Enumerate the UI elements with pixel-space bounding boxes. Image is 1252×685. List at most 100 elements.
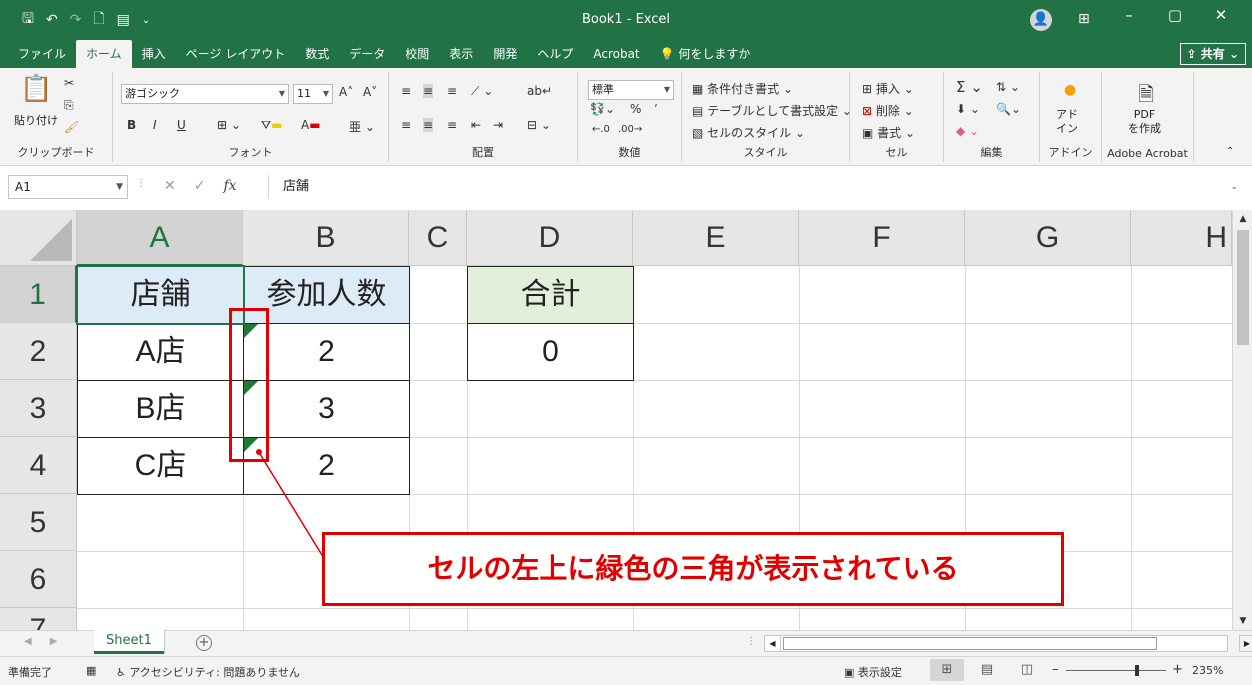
normal-view-icon[interactable]: ⊞ (930, 659, 964, 681)
column-header-c[interactable]: C (409, 210, 467, 266)
italic-button[interactable]: I (153, 118, 157, 132)
increase-font-icon[interactable]: A˄ (339, 85, 353, 99)
zoom-slider[interactable] (1066, 665, 1166, 676)
phonetic-icon[interactable]: 亜 ⌄ (349, 118, 375, 135)
column-header-f[interactable]: F (799, 210, 965, 266)
tab-formulas[interactable]: 数式 (295, 40, 339, 68)
tell-me-search[interactable]: 💡 何をしますか (650, 40, 761, 68)
column-header-b[interactable]: B (243, 210, 409, 266)
create-pdf-button[interactable]: PDF を作成 (1128, 108, 1161, 136)
scroll-right-icon[interactable]: ▶ (1239, 635, 1252, 652)
select-all-corner[interactable] (0, 210, 77, 266)
tab-file[interactable]: ファイル (8, 40, 76, 68)
maximize-button[interactable]: ▢ (1152, 6, 1198, 24)
minimize-button[interactable]: – (1106, 6, 1152, 24)
addins-button[interactable]: アド イン (1056, 108, 1078, 136)
row-header-4[interactable]: 4 (0, 437, 77, 494)
cancel-icon[interactable]: ✕ (164, 178, 176, 194)
autosum-icon[interactable]: Σ ⌄ (956, 78, 983, 96)
page-break-view-icon[interactable]: ◫ (1010, 659, 1044, 681)
horizontal-scroll-thumb[interactable] (783, 637, 1157, 650)
share-button[interactable]: ⇪ 共有 ⌄ (1179, 43, 1246, 65)
tab-developer[interactable]: 開発 (483, 40, 527, 68)
format-painter-icon[interactable]: 🖌 (64, 120, 79, 134)
paste-button[interactable]: 貼り付け (14, 112, 58, 128)
vertical-scrollbar[interactable]: ▲ ▼ (1232, 210, 1252, 630)
prev-sheet-icon[interactable]: ◀ (24, 636, 32, 647)
tab-home[interactable]: ホーム (76, 40, 132, 68)
tab-page-layout[interactable]: ページ レイアウト (176, 40, 296, 68)
row-header-7[interactable]: 7 (0, 608, 77, 630)
cell-a3[interactable]: B店 (77, 380, 244, 438)
bold-button[interactable]: B (127, 118, 136, 132)
enter-icon[interactable]: ✓ (194, 178, 206, 194)
addins-icon[interactable]: ● (1064, 82, 1076, 98)
column-header-g[interactable]: G (965, 210, 1131, 266)
font-size-select[interactable]: 11 ▼ (293, 84, 333, 104)
column-header-d[interactable]: D (467, 210, 633, 266)
column-header-e[interactable]: E (633, 210, 799, 266)
column-header-a[interactable]: A (77, 210, 243, 266)
underline-button[interactable]: U (177, 118, 186, 132)
conditional-formatting-button[interactable]: ▦ 条件付き書式 ⌄ (692, 80, 793, 97)
close-button[interactable]: ✕ (1198, 6, 1244, 24)
scroll-up-icon[interactable]: ▲ (1233, 210, 1252, 228)
sheet-tab-sheet1[interactable]: Sheet1 (94, 630, 164, 654)
cell-styles-button[interactable]: ▧ セルのスタイル ⌄ (692, 124, 805, 141)
scroll-left-icon[interactable]: ◀ (765, 636, 781, 651)
align-bottom-icon[interactable]: ≡ (447, 84, 457, 98)
find-select-icon[interactable]: 🔍⌄ (996, 102, 1021, 116)
cell-a4[interactable]: C店 (77, 437, 244, 495)
align-left-icon[interactable]: ≡ (401, 118, 411, 132)
font-color-icon[interactable]: A▬ (301, 118, 321, 132)
currency-icon[interactable]: 💱⌄ (590, 102, 615, 116)
comma-button[interactable]: ٬ (654, 102, 658, 116)
cell-d2[interactable]: 0 (467, 323, 634, 381)
sort-filter-icon[interactable]: ⇅ ⌄ (996, 80, 1020, 94)
insert-cells-button[interactable]: ⊞ 挿入 ⌄ (862, 80, 914, 97)
next-sheet-icon[interactable]: ▶ (50, 636, 58, 647)
decrease-font-icon[interactable]: A˅ (363, 85, 377, 99)
font-name-select[interactable]: 游ゴシック ▼ (121, 84, 289, 104)
display-settings-button[interactable]: ▣ 表示設定 (844, 664, 902, 680)
formula-input[interactable]: 店舗 ⌄ (268, 175, 1244, 199)
row-header-1[interactable]: 1 (0, 266, 77, 323)
tab-insert[interactable]: 挿入 (132, 40, 176, 68)
zoom-in-button[interactable]: + (1172, 662, 1183, 677)
zoom-level[interactable]: 235% (1192, 664, 1223, 677)
collapse-ribbon-icon[interactable]: ⌃ (1226, 146, 1234, 157)
orientation-icon[interactable]: ⟋ ⌄ (471, 84, 493, 99)
page-layout-view-icon[interactable]: ▤ (970, 659, 1004, 681)
zoom-slider-knob[interactable] (1135, 665, 1139, 676)
macro-record-icon[interactable]: ▦ (86, 664, 96, 677)
align-middle-icon[interactable]: ≡ (423, 84, 434, 98)
row-header-3[interactable]: 3 (0, 380, 77, 437)
row-header-5[interactable]: 5 (0, 494, 77, 551)
add-sheet-button[interactable]: + (196, 635, 212, 651)
delete-cells-button[interactable]: ⊠ 削除 ⌄ (862, 102, 914, 119)
copy-icon[interactable]: ⎘ (64, 98, 74, 113)
paste-icon[interactable]: 📋 (20, 74, 52, 104)
format-as-table-button[interactable]: ▤ テーブルとして書式設定 ⌄ (692, 102, 852, 119)
decrease-indent-icon[interactable]: ⇤ (471, 118, 481, 132)
tab-help[interactable]: ヘルプ (527, 40, 583, 68)
tab-data[interactable]: データ (339, 40, 395, 68)
clear-icon[interactable]: ◆ ⌄ (956, 124, 979, 138)
accessibility-status[interactable]: ♿ アクセシビリティ: 問題ありません (116, 664, 300, 680)
cut-icon[interactable]: ✂ (64, 76, 74, 90)
row-header-6[interactable]: 6 (0, 551, 77, 608)
fill-icon[interactable]: ⬇ ⌄ (956, 102, 980, 116)
number-format-select[interactable]: 標準 ▼ (588, 80, 674, 100)
borders-icon[interactable]: ⊞ ⌄ (217, 118, 241, 132)
increase-indent-icon[interactable]: ⇥ (493, 118, 503, 132)
align-right-icon[interactable]: ≡ (447, 118, 457, 132)
split-handle-icon[interactable]: ⋮ (746, 636, 756, 647)
scroll-down-icon[interactable]: ▼ (1233, 612, 1252, 630)
account-avatar[interactable]: 👤 (1030, 9, 1052, 31)
format-cells-button[interactable]: ▣ 書式 ⌄ (862, 124, 915, 141)
align-top-icon[interactable]: ≡ (401, 84, 411, 98)
column-header-h[interactable]: H (1131, 210, 1232, 266)
row-header-2[interactable]: 2 (0, 323, 77, 380)
decrease-decimal-icon[interactable]: .00→ (618, 124, 642, 135)
tab-acrobat[interactable]: Acrobat (583, 40, 649, 68)
